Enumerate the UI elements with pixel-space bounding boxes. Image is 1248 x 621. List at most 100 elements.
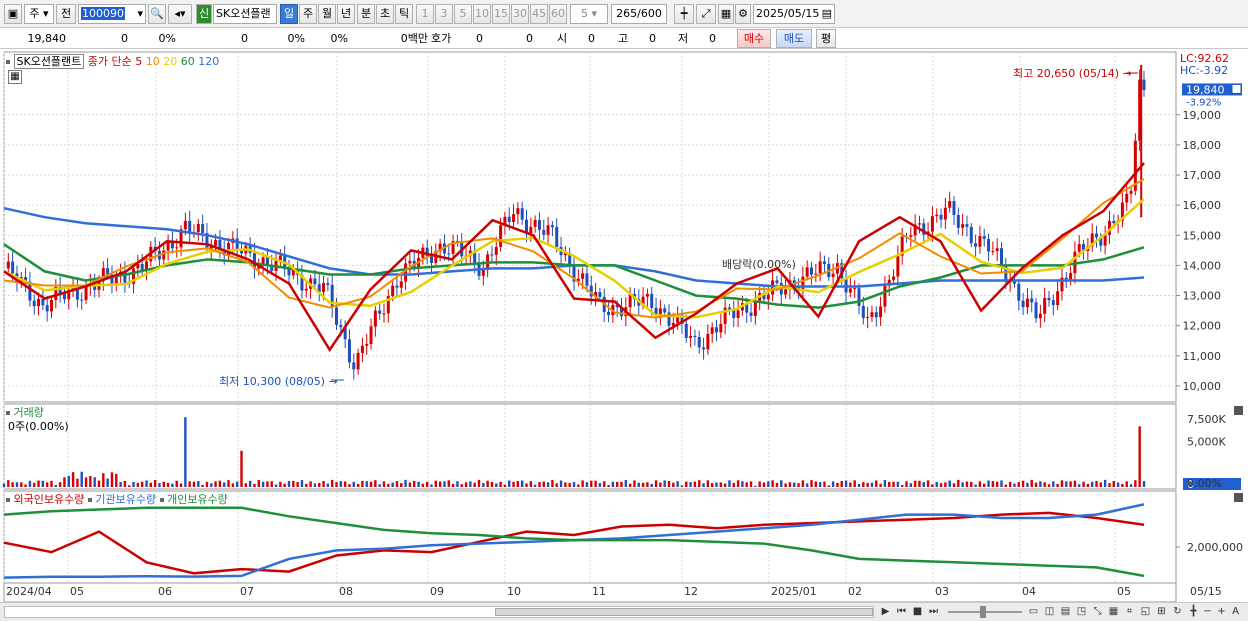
view10-icon[interactable]: ↻ [1170,604,1185,620]
window-icon[interactable]: ▣ [4,4,22,24]
candle-body [784,289,788,295]
period-select[interactable]: 주 ▾ [24,4,54,24]
candle-icon[interactable]: ┿ [674,4,694,24]
zoom-slider[interactable] [948,606,1022,618]
view2-icon[interactable]: ◫ [1042,604,1057,620]
interval-5[interactable]: 5 [454,4,472,24]
volume-bar [305,483,308,487]
volume-bar [875,480,878,487]
volume-bar [633,480,636,487]
volume-bar [438,481,442,487]
volume-bar [775,482,779,487]
view8-icon[interactable]: ◱ [1138,604,1153,620]
stock-code-input[interactable]: 100090 ▾ [78,4,146,24]
volume-bar [728,480,731,487]
zoom-out-icon[interactable]: − [1200,604,1215,620]
prev-button[interactable]: 전 [56,4,76,24]
interval-30[interactable]: 30 [511,4,529,24]
speaker-icon[interactable]: ◂▾ [168,4,192,24]
chart-scrollbar[interactable]: ▶ ⏮ ■ ⏭ ▭ ◫ ▤ ◳ ⤡ ▦ ⌗ ◱ ⊞ ↻ ╋ − + A [0,602,1248,621]
tab-yearly[interactable]: 년 [337,4,355,24]
stop-icon[interactable]: ■ [910,604,925,620]
volume-bar [395,481,399,487]
interval-15[interactable]: 15 [492,4,510,24]
volume-bar [140,481,144,487]
candle-body [494,246,498,255]
table-icon[interactable]: ▦ [8,70,22,84]
interval-45[interactable]: 45 [530,4,548,24]
candle-body [1021,300,1025,308]
volume-bar [974,484,977,487]
interval-10[interactable]: 10 [473,4,491,24]
volume-bar [1086,483,1090,487]
scroll-thumb[interactable] [495,608,873,616]
crosshair-icon[interactable]: ╋ [1186,604,1201,620]
date-tick-label: 2024/04 [6,585,52,598]
buy-button[interactable]: 매수 [737,29,771,48]
volume-bar [706,480,710,487]
tab-minute[interactable]: 분 [357,4,375,24]
volume-bar [840,480,843,487]
legend-ma-10: 10 [145,55,160,68]
chart-toolbar: ▣ 주 ▾ 전 100090 ▾ 🔍 ◂▾ 신 SK오션플랜 일 주 월 년 분 … [0,0,1248,28]
legend-foreign[interactable]: 외국인보유수량 [14,493,85,506]
view3-icon[interactable]: ▤ [1058,604,1073,620]
view6-icon[interactable]: ▦ [1106,604,1121,620]
tab-daily[interactable]: 일 [280,4,298,24]
chevron-down-icon[interactable]: ▾ [137,5,145,23]
tab-tick[interactable]: 틱 [395,4,413,24]
volume-bar [231,483,235,487]
scroll-right-icon[interactable]: ▶ [878,604,893,620]
volume-bar [965,481,969,487]
holder-axis-label: 2,000,000 [1187,541,1243,554]
volume-bar [905,481,908,487]
tab-second[interactable]: 초 [376,4,394,24]
font-size-icon[interactable]: A [1228,604,1243,620]
zoom-slider-handle[interactable] [980,606,986,618]
scroll-track[interactable] [4,606,874,618]
interval-1[interactable]: 1 [416,4,434,24]
volume-axis-label: 0.00% [1187,477,1222,490]
search-icon[interactable]: 🔍 [148,4,166,24]
unit-select[interactable]: 5 ▾ [570,4,608,24]
volume-bar [348,484,351,487]
candle-body [499,225,503,247]
calendar-icon[interactable]: ▤ [822,5,834,23]
date-field[interactable]: 2025/05/15 ▤ [753,4,835,24]
sell-button[interactable]: 매도 [776,29,812,48]
fast-forward-icon[interactable]: ⏭ [926,604,941,620]
candle-body [1051,300,1055,306]
eval-button[interactable]: 평 [816,29,836,48]
volume-bar [516,481,520,487]
view4-icon[interactable]: ◳ [1074,604,1089,620]
quote-volume: 0 [241,32,248,45]
count-field[interactable]: 265/600 [611,4,667,24]
volume-bar [227,480,230,487]
volume-bar [102,473,105,487]
zoom-in-icon[interactable]: + [1214,604,1229,620]
volume-bar [1090,481,1094,487]
volume-bar [672,482,675,487]
line-tool-icon[interactable]: ⤢ [696,4,716,24]
view9-icon[interactable]: ⊞ [1154,604,1169,620]
volume-bar [512,481,515,487]
volume-bar [793,482,796,487]
grid-icon[interactable]: ▦ [718,4,734,24]
interval-60[interactable]: 60 [549,4,567,24]
tab-monthly[interactable]: 월 [318,4,336,24]
view1-icon[interactable]: ▭ [1026,604,1041,620]
legend-institution[interactable]: 기관보유수량 [95,493,156,506]
gear-icon[interactable]: ⚙ [735,4,751,24]
price-tick-label: 16,000 [1183,199,1222,212]
volume-bar [175,480,178,487]
candle-body [961,224,965,228]
tab-weekly[interactable]: 주 [299,4,317,24]
rewind-icon[interactable]: ⏮ [894,604,909,620]
candle-body [874,312,878,318]
legend-ma-120: 120 [198,55,220,68]
interval-3[interactable]: 3 [435,4,453,24]
legend-stock-name[interactable]: SK오션플랜트 [13,54,85,69]
legend-individual[interactable]: 개인보유수량 [167,493,228,506]
view7-icon[interactable]: ⌗ [1122,604,1137,620]
view5-icon[interactable]: ⤡ [1090,604,1105,620]
